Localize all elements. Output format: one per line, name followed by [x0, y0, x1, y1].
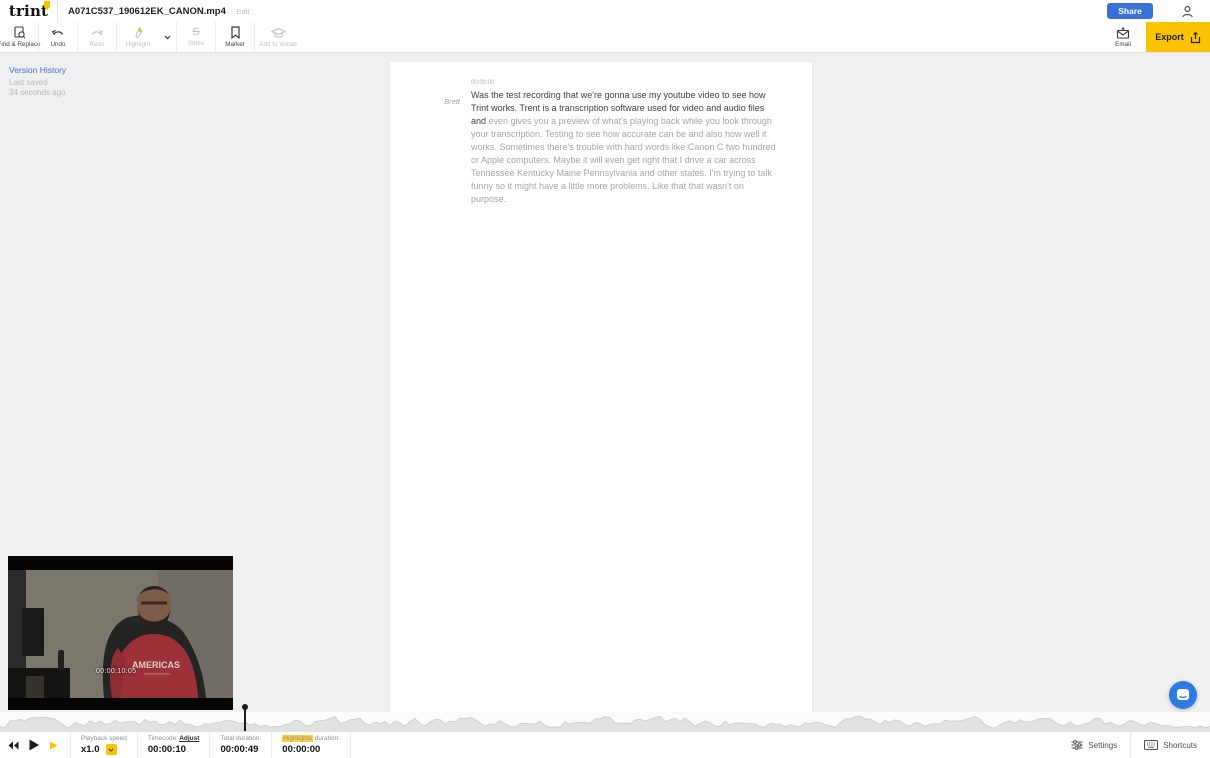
strike-icon: S	[192, 26, 200, 38]
timecode-value: 00:00:10	[147, 744, 186, 755]
undo-button[interactable]: Undo	[39, 22, 77, 52]
export-button[interactable]: Export	[1146, 22, 1210, 52]
version-history-link[interactable]: Version History	[9, 65, 66, 75]
export-button-label: Export	[1155, 32, 1184, 42]
highlight-dropdown-chevron[interactable]	[159, 22, 176, 52]
find-replace-icon	[13, 26, 25, 39]
total-duration-label: Total duration:	[220, 735, 262, 742]
speaker-label[interactable]: Brett	[444, 97, 460, 106]
settings-button[interactable]: Settings	[1058, 732, 1130, 758]
marker-button[interactable]: Marker	[216, 22, 254, 52]
chevron-down-icon	[164, 35, 171, 39]
rewind-button[interactable]	[8, 741, 19, 750]
last-saved-label: Last saved	[9, 78, 48, 87]
settings-sliders-icon	[1071, 740, 1083, 750]
duration-word: duration:	[314, 735, 340, 742]
undo-icon	[51, 29, 64, 35]
email-icon	[1116, 26, 1130, 39]
marker-bookmark-icon	[230, 26, 240, 39]
transcript-document[interactable]: Brett 00:00:00 Was the test recording th…	[390, 62, 812, 712]
playback-speed-value[interactable]: x1.0	[81, 744, 100, 755]
playback-speed-group: Playback speed x1.0	[70, 732, 137, 758]
waveform-graphic	[0, 715, 1210, 731]
redo-button[interactable]: Redo	[78, 22, 116, 52]
settings-label: Settings	[1088, 740, 1118, 750]
timecode-group: Timecode Adjust 00:00:10	[136, 732, 210, 758]
trint-logo[interactable]: trint	[0, 0, 58, 22]
total-duration-value: 00:00:49	[220, 744, 259, 755]
video-frame: AMERICAS	[8, 556, 233, 710]
playback-speed-dropdown[interactable]	[105, 744, 117, 755]
shortcuts-label: Shortcuts	[1163, 740, 1197, 750]
help-chat-button[interactable]	[1169, 681, 1197, 709]
highlights-word: Highlights	[282, 735, 313, 742]
file-name[interactable]: A071C537_190612EK_CANON.mp4	[68, 6, 226, 17]
last-saved-time: 34 seconds ago	[9, 87, 66, 97]
playhead[interactable]	[242, 704, 248, 731]
play-button[interactable]	[28, 739, 40, 751]
top-bar: trint A071C537_190612EK_CANON.mp4 · Edit…	[0, 0, 1210, 22]
graduation-cap-icon	[270, 27, 286, 38]
video-preview[interactable]: AMERICAS 00:00:10:05	[8, 556, 233, 710]
chevron-down-icon	[108, 747, 114, 752]
main-area: Version History Last saved 34 seconds ag…	[0, 53, 1210, 712]
waveform-timeline[interactable]	[0, 704, 1210, 731]
fast-forward-button[interactable]	[49, 741, 58, 750]
keyboard-icon	[1144, 740, 1159, 750]
video-timecode: 00:00:10:05	[96, 668, 137, 675]
account-icon[interactable]	[1181, 5, 1194, 18]
edit-filename-link[interactable]: Edit	[237, 7, 250, 16]
transcript-text[interactable]: Was the test recording that we're gonna …	[471, 89, 778, 206]
timecode-adjust-link[interactable]: Adjust	[179, 735, 199, 742]
trint-logo-text: trint	[8, 2, 49, 20]
email-button[interactable]: Email	[1100, 22, 1146, 52]
playback-control-bar: Playback speed x1.0 Timecode Adjust 00:00…	[0, 731, 1210, 758]
redo-icon	[91, 29, 104, 35]
transcript-unplayed-text[interactable]: even gives you a preview of what's playi…	[471, 116, 775, 204]
edit-separator: ·	[230, 6, 234, 16]
shirt-text: AMERICAS	[132, 660, 180, 670]
playback-speed-label: Playback speed	[81, 735, 127, 742]
toolbar: Find & Replace Undo Redo Highlight S Str…	[0, 22, 1210, 53]
version-history-panel: Version History Last saved 34 seconds ag…	[9, 65, 66, 97]
highlight-button[interactable]: Highlight	[117, 22, 159, 52]
total-duration-group: Total duration: 00:00:49	[209, 732, 271, 758]
highlight-icon	[134, 26, 143, 38]
highlights-duration-value: 00:00:00	[282, 744, 321, 755]
add-to-vocab-button[interactable]: Add to Vocab	[255, 22, 301, 52]
timecode-label: Timecode	[147, 735, 177, 742]
paragraph-timestamp[interactable]: 00:00:00	[471, 80, 778, 89]
shortcuts-button[interactable]: Shortcuts	[1130, 732, 1210, 758]
find-replace-button[interactable]: Find & Replace	[0, 22, 41, 52]
share-button[interactable]: Share	[1107, 3, 1153, 19]
strike-button[interactable]: S Strike	[177, 22, 215, 52]
highlights-duration-group: Highlights duration: 00:00:00	[271, 732, 351, 758]
chat-bubble-icon	[1177, 689, 1189, 700]
export-share-icon	[1190, 31, 1200, 43]
transcript-paragraph: Brett 00:00:00 Was the test recording th…	[390, 62, 812, 206]
